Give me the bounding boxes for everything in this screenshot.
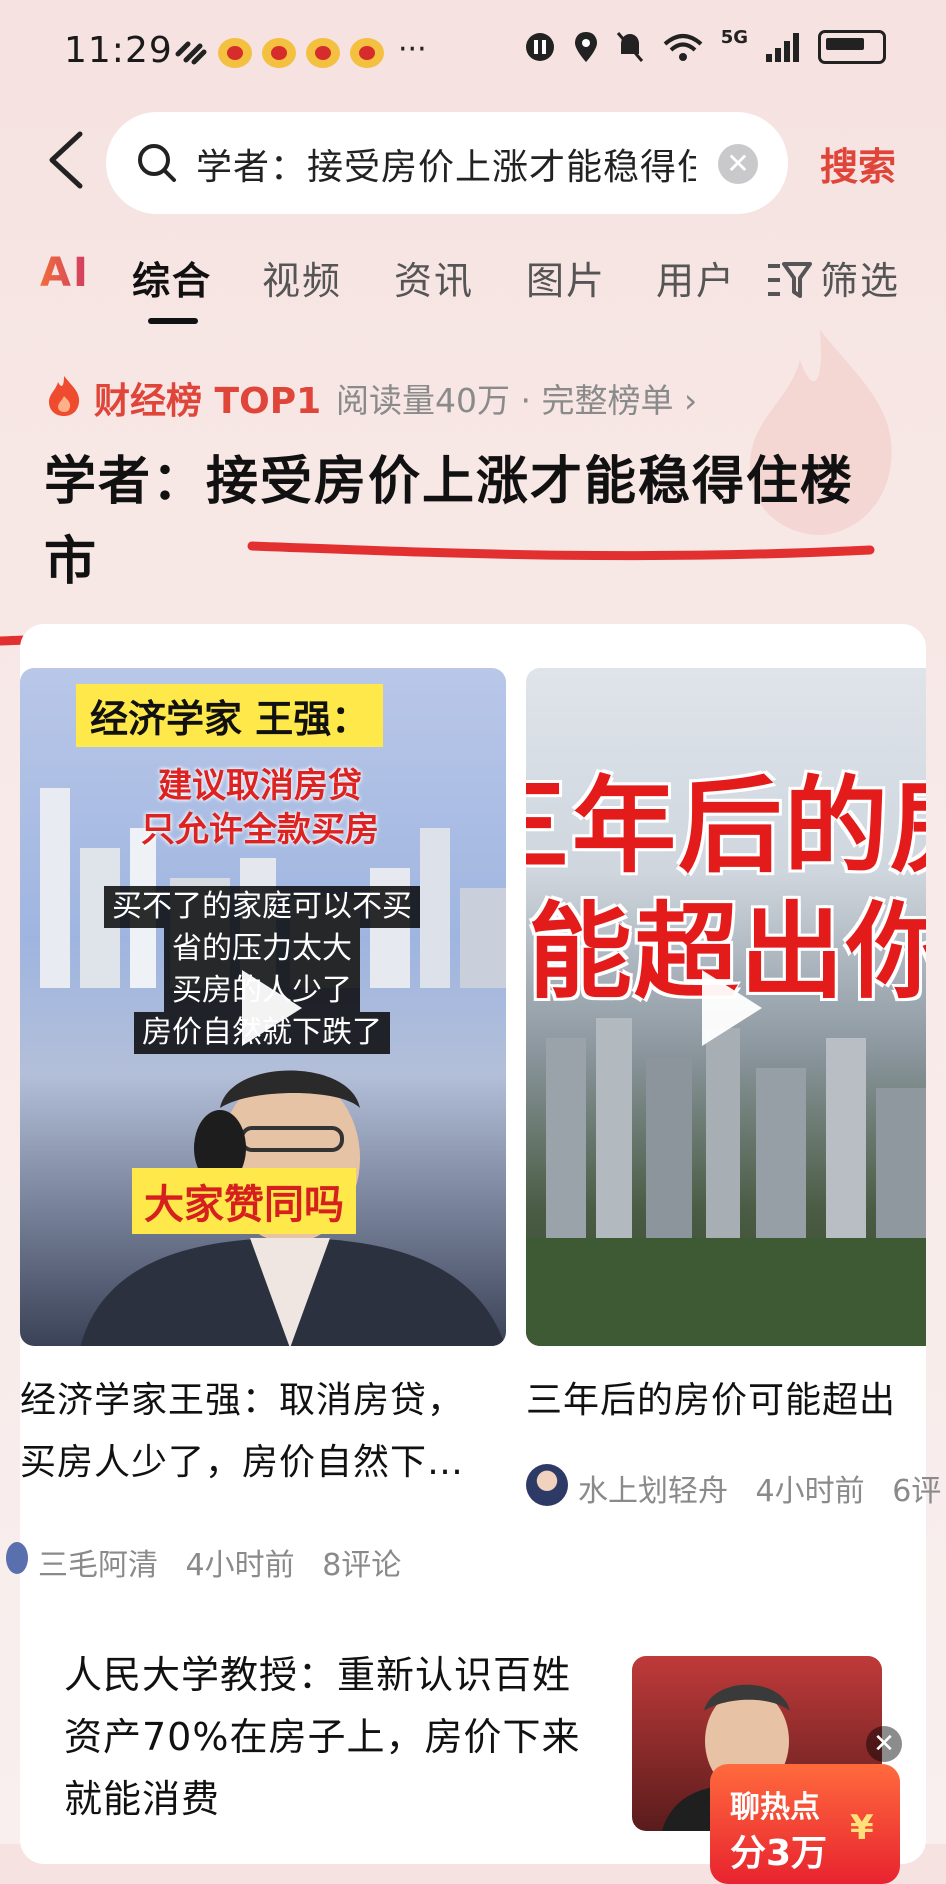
active-tab-indicator xyxy=(148,318,198,324)
post-time: 4小时前 xyxy=(185,1548,295,1583)
caption-line: 只允许全款买房 xyxy=(141,810,379,850)
network-label: 5G xyxy=(720,26,748,48)
search-icon xyxy=(138,144,176,182)
link-icon xyxy=(175,41,207,65)
promo-text: 分3万 xyxy=(730,1833,828,1874)
tab-ai[interactable]: AI xyxy=(40,250,90,296)
tab-users[interactable]: 用户 xyxy=(656,250,736,305)
video-caption-agree: 大家赞同吗 xyxy=(132,1168,356,1234)
video-title[interactable]: 三年后的房价可能超出 xyxy=(526,1370,926,1432)
yuan-icon: ¥ xyxy=(850,1808,874,1848)
wifi-icon xyxy=(663,34,703,61)
weibo-notification-icon xyxy=(306,38,340,68)
results-card: 经济学家 王强： 建议取消房贷 只允许全款买房 买不了的家庭可以不买 省的压力太… xyxy=(6,624,941,1884)
video-meta: 三毛阿清 4小时前 8评论 xyxy=(38,1540,401,1584)
tab-filter[interactable]: 筛选 xyxy=(820,250,900,305)
battery-icon xyxy=(818,30,886,64)
flame-icon xyxy=(49,376,80,416)
article-title[interactable]: 人民大学教授：重新认识百姓资产70%在房子上，房价下来就能消费 xyxy=(64,1644,604,1830)
status-time: 11:29 xyxy=(64,30,173,71)
promo-badge[interactable]: 聊热点 分3万 ¥ xyxy=(710,1764,900,1884)
clear-icon[interactable]: ✕ xyxy=(718,144,758,184)
status-bar: 11:29 ··· 5G xyxy=(0,0,946,100)
play-icon[interactable] xyxy=(702,970,762,1046)
video-caption-title: 经济学家 王强： xyxy=(76,684,384,747)
caption-line: 省的压力太大 xyxy=(164,928,360,970)
status-icons: 5G xyxy=(523,26,886,64)
video-title[interactable]: 买房人少了，房价自然下… xyxy=(20,1432,506,1494)
signal-icon xyxy=(766,33,799,62)
tab-images[interactable]: 图片 xyxy=(526,250,606,305)
avatar[interactable] xyxy=(526,1464,568,1506)
pause-icon xyxy=(525,33,554,61)
close-icon[interactable]: ✕ xyxy=(866,1726,902,1762)
filter-icon[interactable] xyxy=(766,258,812,302)
search-button[interactable]: 搜索 xyxy=(820,136,896,191)
search-input[interactable]: 学者：接受房价上涨才能稳得住楼市 ✕ xyxy=(106,112,788,214)
weibo-notification-icon xyxy=(218,38,252,68)
promo-text: 聊热点 xyxy=(730,1790,820,1825)
caption-line: 建议取消房贷 xyxy=(158,766,362,806)
video-title[interactable]: 经济学家王强：取消房贷， xyxy=(20,1370,506,1432)
hot-rank-label[interactable]: 财经榜 TOP1 xyxy=(94,372,321,424)
caption-line: 买不了的家庭可以不买 xyxy=(104,886,420,928)
tab-video[interactable]: 视频 xyxy=(262,250,342,305)
back-button[interactable] xyxy=(44,130,90,190)
video-meta: 水上划轻舟 4小时前 6评 xyxy=(578,1466,941,1510)
author-name[interactable]: 三毛阿清 xyxy=(38,1548,158,1583)
page-title: 学者：接受房价上涨才能稳得住楼市 xyxy=(44,452,855,592)
tab-comprehensive[interactable]: 综合 xyxy=(132,250,212,305)
comment-count[interactable]: 8评论 xyxy=(322,1548,401,1583)
hot-rank-meta[interactable]: 阅读量40万 · 完整榜单 › xyxy=(336,374,697,422)
search-query[interactable]: 学者：接受房价上涨才能稳得住楼市 xyxy=(196,138,696,190)
avatar[interactable] xyxy=(6,1542,28,1574)
mute-icon xyxy=(616,32,643,62)
author-name[interactable]: 水上划轻舟 xyxy=(578,1474,728,1509)
weibo-notification-icon xyxy=(262,38,296,68)
video-caption-red: 建议取消房贷 只允许全款买房 xyxy=(80,764,440,852)
more-notifications-icon: ··· xyxy=(398,32,427,67)
location-icon xyxy=(574,32,597,62)
comment-count[interactable]: 6评 xyxy=(892,1474,941,1509)
video-caption-big: 三年后的房 xyxy=(526,765,926,887)
tab-news[interactable]: 资讯 xyxy=(394,250,474,305)
city-aerial-image xyxy=(526,1018,926,1346)
video-thumbnail[interactable]: 三年后的房 可能超出你的 xyxy=(526,668,926,1346)
video-thumbnail[interactable]: 经济学家 王强： 建议取消房贷 只允许全款买房 买不了的家庭可以不买 省的压力太… xyxy=(20,668,506,1346)
play-icon[interactable] xyxy=(242,970,302,1046)
weibo-notification-icon xyxy=(350,38,384,68)
post-time: 4小时前 xyxy=(755,1474,865,1509)
